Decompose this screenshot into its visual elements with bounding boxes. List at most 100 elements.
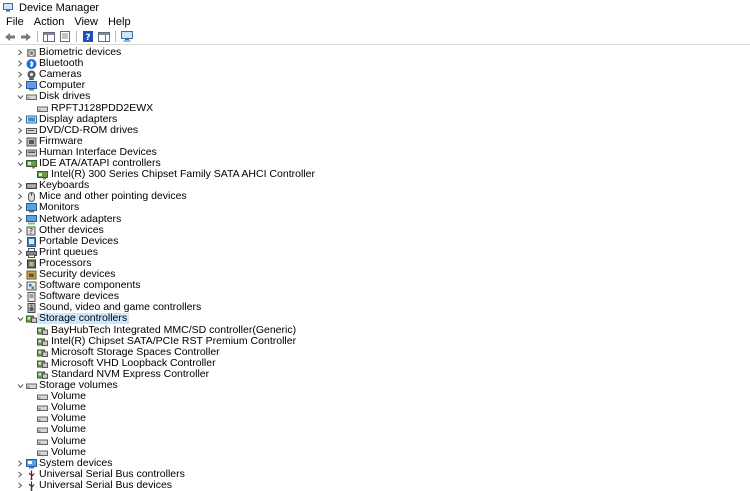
toolbar-separator — [37, 31, 38, 42]
tree-category[interactable]: Computer — [0, 80, 740, 91]
tree-item-label: Monitors — [39, 201, 80, 213]
help-icon[interactable]: ? — [81, 31, 95, 43]
chevron-right-icon[interactable] — [16, 147, 24, 158]
toolbar: ? — [0, 29, 750, 45]
storage-volume-icon — [37, 403, 48, 413]
tree-category[interactable]: Portable Devices — [0, 236, 740, 247]
tree-category[interactable]: Network adapters — [0, 214, 740, 225]
camera-icon — [26, 70, 37, 80]
chevron-right-icon[interactable] — [16, 80, 24, 91]
tree-category[interactable]: Universal Serial Bus devices — [0, 480, 740, 491]
chevron-right-icon[interactable] — [16, 180, 24, 191]
disk-drive-icon — [26, 92, 37, 102]
menu-help[interactable]: Help — [103, 15, 136, 29]
disk-drive-icon — [37, 104, 48, 114]
tree-device[interactable]: Volume — [0, 424, 740, 435]
portable-device-icon — [26, 236, 37, 247]
sound-icon — [26, 302, 37, 313]
chevron-right-icon[interactable] — [16, 225, 24, 236]
other-devices-icon: ? — [26, 226, 37, 236]
chevron-down-icon[interactable] — [16, 158, 24, 169]
firmware-icon — [26, 137, 37, 147]
window-title: Device Manager — [19, 1, 100, 14]
storage-controller-icon — [37, 337, 48, 347]
show-hide-console-tree-icon[interactable] — [42, 31, 56, 43]
tree-category[interactable]: Storage volumes — [0, 380, 740, 391]
tree-category[interactable]: DVD/CD-ROM drives — [0, 125, 740, 136]
tree-device[interactable]: Intel(R) 300 Series Chipset Family SATA … — [0, 169, 740, 180]
storage-controller-icon — [37, 359, 48, 369]
tree-item-label: Disk drives — [39, 90, 91, 102]
chevron-right-icon[interactable] — [16, 469, 24, 480]
chevron-right-icon[interactable] — [16, 458, 24, 469]
tree-category[interactable]: Cameras — [0, 69, 740, 80]
storage-controller-icon — [37, 348, 48, 358]
tree-item-label: Intel(R) 300 Series Chipset Family SATA … — [51, 168, 315, 180]
storage-controller-icon — [37, 370, 48, 380]
tree-category[interactable]: Print queues — [0, 247, 740, 258]
tree-device[interactable]: Volume — [0, 436, 740, 447]
tree-category[interactable]: Biometric devices — [0, 47, 740, 58]
chevron-right-icon[interactable] — [16, 214, 24, 225]
monitor-icon — [26, 202, 37, 213]
chevron-right-icon[interactable] — [16, 280, 24, 291]
chevron-right-icon[interactable] — [16, 58, 24, 69]
tree-device[interactable]: Volume — [0, 402, 740, 413]
mouse-icon — [26, 191, 37, 202]
chevron-down-icon[interactable] — [16, 91, 24, 102]
chevron-down-icon[interactable] — [16, 313, 24, 324]
storage-volume-icon — [37, 414, 48, 424]
chevron-right-icon[interactable] — [16, 258, 24, 269]
chevron-right-icon[interactable] — [16, 69, 24, 80]
toolbar-separator — [76, 31, 77, 42]
forward-arrow-icon[interactable] — [19, 31, 33, 43]
software-device-icon — [26, 291, 37, 302]
tree-category[interactable]: Bluetooth — [0, 58, 740, 69]
chevron-right-icon[interactable] — [16, 302, 24, 313]
chevron-right-icon[interactable] — [16, 247, 24, 258]
chevron-right-icon[interactable] — [16, 202, 24, 213]
chevron-down-icon[interactable] — [16, 380, 24, 391]
chevron-right-icon[interactable] — [16, 269, 24, 280]
chevron-right-icon[interactable] — [16, 191, 24, 202]
chevron-right-icon[interactable] — [16, 480, 24, 491]
tree-category[interactable]: Monitors — [0, 202, 740, 213]
chevron-right-icon[interactable] — [16, 136, 24, 147]
tree-category[interactable]: Disk drives — [0, 91, 740, 102]
system-device-icon — [26, 458, 37, 469]
tree-item-label: Storage controllers — [37, 312, 130, 324]
hid-icon — [26, 148, 37, 158]
biometric-icon — [26, 48, 37, 58]
storage-volume-icon — [26, 381, 37, 391]
device-manager-icon — [3, 3, 13, 12]
tree-category[interactable]: Storage controllers — [0, 313, 740, 324]
menu-view[interactable]: View — [69, 15, 103, 29]
toolbar-separator — [115, 31, 116, 42]
keyboard-icon — [26, 181, 37, 191]
action-pane-icon[interactable] — [97, 31, 111, 43]
usb-icon — [26, 470, 37, 480]
chevron-right-icon[interactable] — [16, 114, 24, 125]
tree-device[interactable]: Volume — [0, 391, 740, 402]
security-device-icon — [26, 270, 37, 280]
storage-volume-icon — [37, 425, 48, 435]
printer-icon — [26, 247, 37, 258]
chevron-right-icon[interactable] — [16, 291, 24, 302]
monitor-icon[interactable] — [120, 31, 134, 43]
properties-icon[interactable] — [58, 31, 72, 43]
menu-bar: File Action View Help — [0, 15, 750, 29]
chevron-right-icon[interactable] — [16, 236, 24, 247]
tree-device[interactable]: Volume — [0, 413, 740, 424]
computer-icon — [26, 80, 37, 91]
chevron-right-icon[interactable] — [16, 125, 24, 136]
title-bar: Device Manager — [0, 0, 750, 15]
back-arrow-icon[interactable] — [3, 31, 17, 43]
menu-action[interactable]: Action — [29, 15, 70, 29]
menu-file[interactable]: File — [0, 15, 29, 29]
tree-item-label: Volume — [51, 423, 87, 435]
svg-text:?: ? — [29, 227, 33, 236]
tree-category[interactable]: Mice and other pointing devices — [0, 191, 740, 202]
chevron-right-icon[interactable] — [16, 47, 24, 58]
tree-item-label: Universal Serial Bus devices — [39, 479, 173, 491]
dvd-drive-icon — [26, 126, 37, 136]
